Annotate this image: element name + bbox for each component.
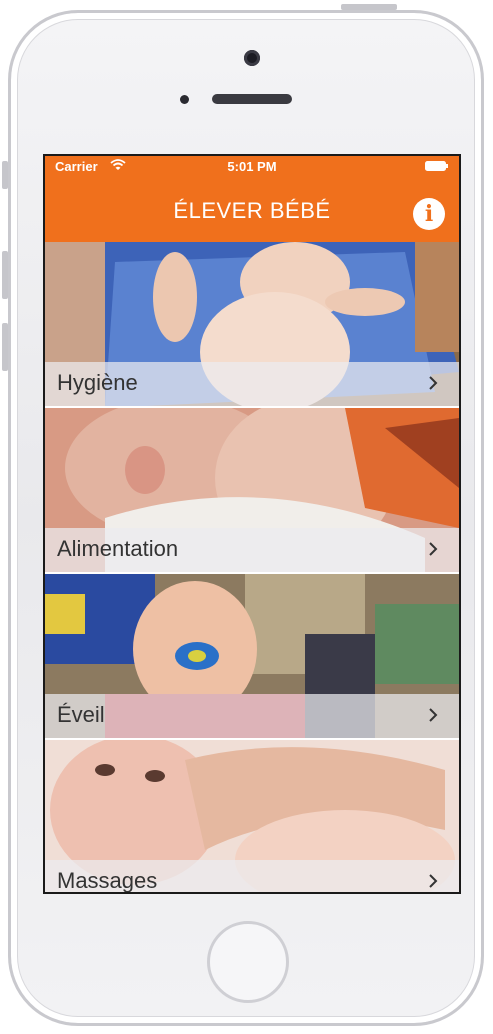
list-item-alimentation[interactable]: Alimentation — [45, 408, 459, 574]
info-button[interactable]: i — [413, 198, 445, 230]
earpiece-speaker-icon — [212, 94, 292, 104]
list-item-label: Alimentation — [57, 536, 179, 561]
label-bar: Hygiène — [45, 362, 459, 406]
status-time: 5:01 PM — [227, 159, 277, 174]
list-item-eveil[interactable]: Éveil — [45, 574, 459, 740]
list-item-label: Éveil — [57, 702, 105, 727]
list-item-label: Massages — [57, 868, 158, 893]
info-icon: i — [424, 201, 434, 227]
app-screen: Carrier 5:01 PM ÉLEVER BÉBÉ i Hygiène Al… — [43, 154, 461, 894]
app-header: Carrier 5:01 PM ÉLEVER BÉBÉ i — [45, 156, 459, 242]
label-bar: Alimentation — [45, 528, 459, 572]
home-button[interactable] — [207, 921, 289, 1003]
chevron-right-icon — [429, 708, 438, 722]
list-item-massages[interactable]: Massages — [45, 740, 459, 893]
power-button — [341, 4, 397, 10]
label-bar: Massages — [45, 860, 459, 893]
battery-icon — [425, 161, 448, 171]
volume-up-button — [2, 251, 8, 299]
chevron-right-icon — [429, 542, 438, 556]
list-item-hygiene[interactable]: Hygiène — [45, 242, 459, 408]
front-camera-icon — [244, 50, 260, 66]
status-bar: Carrier 5:01 PM — [45, 156, 459, 176]
page-title: ÉLEVER BÉBÉ — [173, 198, 331, 223]
proximity-sensor-icon — [180, 95, 189, 104]
chevron-right-icon — [429, 376, 438, 390]
label-bar: Éveil — [45, 694, 459, 738]
volume-down-button — [2, 323, 8, 371]
chevron-right-icon — [429, 874, 438, 888]
category-list: Hygiène Alimentation Éveil Massages — [45, 242, 459, 893]
list-item-label: Hygiène — [57, 370, 138, 395]
mute-switch — [2, 161, 8, 189]
